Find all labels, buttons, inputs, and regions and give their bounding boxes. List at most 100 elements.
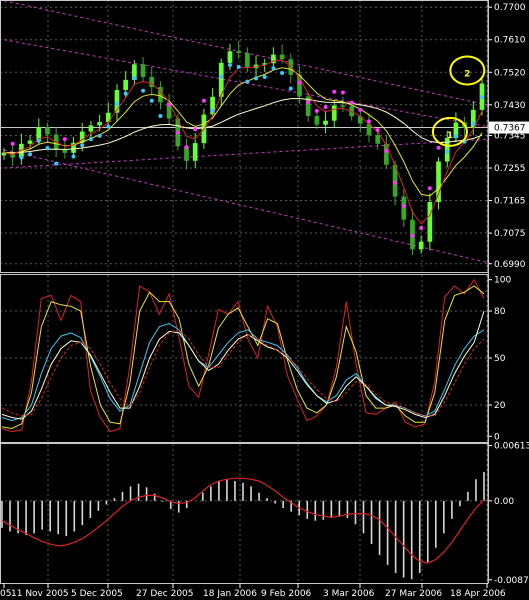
price-axis-label: 0.7075: [494, 229, 526, 239]
forex-chart: 120.77000.76100.75200.74300.73450.72550.…: [0, 0, 529, 600]
stoch-axis-label: 100: [494, 276, 511, 286]
sar-dot-below: [132, 76, 137, 81]
sar-dot-below: [36, 138, 41, 143]
candle-body: [62, 149, 68, 153]
sar-dot-below: [54, 161, 59, 166]
sar-dot-below: [45, 146, 50, 151]
candle-body: [323, 120, 328, 125]
sar-dot-below: [262, 74, 267, 79]
stoch-axis-label: 20: [494, 401, 506, 411]
candle-body: [123, 79, 129, 90]
annotation-label: 1: [447, 131, 453, 141]
sar-dot-above: [314, 108, 319, 113]
time-axis-label: 27 Mar 2006: [385, 589, 442, 599]
sar-dot-above: [401, 203, 406, 208]
current-price-label: 0.7367: [494, 124, 526, 134]
sar-dot-below: [141, 88, 146, 93]
macd-axis-label: 0.00613: [494, 442, 529, 452]
sar-dot-above: [436, 145, 441, 150]
sar-dot-above: [323, 104, 328, 109]
sar-dot-above: [384, 149, 389, 154]
sar-dot-above: [340, 90, 345, 95]
candle-body: [427, 201, 433, 242]
time-axis-label: 18 Apr 2006: [450, 589, 506, 599]
sar-dot-below: [480, 95, 484, 100]
sar-dot-below: [254, 76, 259, 81]
time-axis-label: 3 Mar 2006: [323, 589, 375, 599]
time-axis-label: 05: [0, 589, 11, 599]
candle-body: [279, 54, 285, 60]
chart-background: [0, 0, 529, 600]
candle-body: [244, 53, 250, 68]
sar-dot-below: [445, 149, 450, 154]
price-axis-label: 0.7610: [494, 36, 526, 46]
sar-dot-above: [167, 102, 172, 107]
candle-body: [340, 105, 346, 108]
sar-dot-above: [419, 226, 424, 231]
time-axis-label: 11 Nov 2005: [11, 589, 69, 599]
sar-dot-above: [184, 145, 189, 150]
candle-body: [288, 59, 294, 75]
sar-dot-above: [427, 186, 432, 191]
sar-dot-below: [71, 154, 76, 159]
macd-axis-label: -0.00876: [494, 576, 529, 586]
sar-dot-below: [28, 152, 33, 157]
sar-dot-below: [219, 74, 224, 79]
time-axis-label: 9 Feb 2006: [261, 589, 312, 599]
candle-body: [375, 135, 381, 144]
sar-dot-below: [106, 124, 111, 129]
time-axis-label: 18 Jan 2006: [203, 589, 257, 599]
sar-dot-below: [288, 86, 293, 91]
candle-body: [27, 140, 33, 144]
sar-dot-below: [158, 113, 163, 118]
sar-dot-above: [10, 141, 15, 146]
sar-dot-above: [193, 127, 198, 132]
sar-dot-below: [19, 155, 24, 160]
candle-body: [314, 115, 320, 125]
candle-body: [227, 51, 233, 63]
sar-dot-above: [375, 128, 380, 133]
candle-body: [45, 127, 50, 135]
sar-dot-above: [297, 80, 302, 85]
sar-dot-above: [201, 98, 206, 103]
macd-axis-label: 0.00: [494, 497, 514, 507]
time-axis-label: 5 Dec 2005: [71, 589, 123, 599]
sar-dot-below: [210, 108, 215, 113]
candle-body: [401, 196, 407, 220]
sar-dot-above: [332, 89, 337, 94]
sar-dot-above: [306, 100, 311, 105]
price-axis-label: 0.7700: [494, 3, 526, 13]
candle-body: [331, 105, 337, 121]
candle-body: [236, 51, 242, 54]
candle-body: [97, 122, 102, 126]
price-axis-label: 0.6990: [494, 260, 526, 270]
sar-dot-above: [62, 137, 67, 142]
sar-dot-below: [236, 64, 241, 69]
annotation-label: 2: [464, 69, 470, 79]
sar-dot-below: [280, 70, 285, 75]
price-axis-label: 0.7255: [494, 164, 526, 174]
sar-dot-above: [175, 130, 180, 135]
stoch-axis-label: 50: [494, 354, 506, 364]
sar-dot-below: [271, 66, 276, 71]
candle-body: [418, 241, 424, 250]
candle-body: [384, 143, 389, 165]
candle-body: [436, 161, 441, 202]
sar-dot-below: [245, 79, 250, 84]
sar-dot-above: [349, 100, 354, 105]
candle-body: [140, 64, 146, 77]
stoch-axis-label: 80: [494, 307, 506, 317]
sar-dot-above: [410, 233, 415, 238]
sar-dot-below: [123, 91, 128, 96]
price-axis-label: 0.7165: [494, 197, 526, 207]
sar-dot-below: [149, 98, 154, 103]
sar-dot-below: [114, 101, 119, 106]
sar-dot-above: [358, 107, 363, 112]
sar-dot-above: [393, 180, 398, 185]
candle-body: [88, 125, 94, 132]
sar-dot-below: [471, 121, 476, 126]
sar-dot-above: [367, 119, 372, 124]
price-axis-label: 0.7430: [494, 101, 526, 111]
sar-dot-below: [88, 137, 93, 142]
sar-dot-below: [453, 134, 458, 139]
